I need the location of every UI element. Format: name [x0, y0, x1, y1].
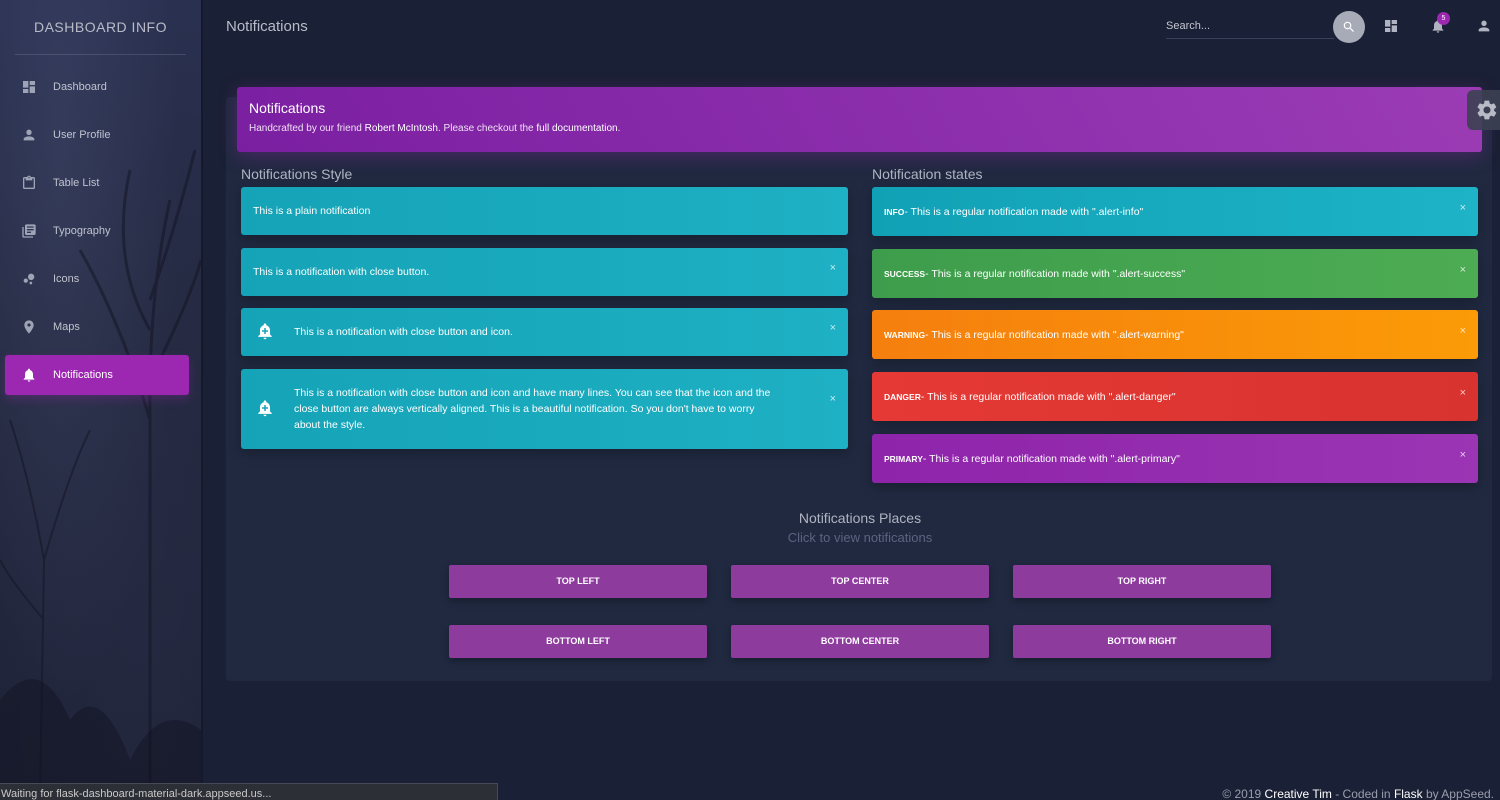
close-button[interactable]: ×	[1460, 449, 1466, 461]
notification-text: - This is a regular notification made wi…	[920, 390, 1176, 403]
subtitle-text: Handcrafted by our friend	[249, 123, 365, 134]
gear-icon	[1477, 100, 1497, 120]
places-subtitle: Click to view notifications	[787, 530, 933, 545]
page-title: Notifications	[226, 18, 308, 35]
add-alert-icon	[256, 399, 274, 422]
sidebar-item-table-list[interactable]: Table List	[5, 163, 189, 203]
multiline-notification: This is a notification with close button…	[241, 369, 848, 449]
top-center-button[interactable]: TOP CENTER	[731, 565, 989, 598]
sidebar-item-label: User Profile	[53, 129, 111, 141]
success-notification: SUCCESS - This is a regular notification…	[872, 249, 1478, 298]
state-tag: DANGER	[884, 391, 921, 402]
brand-logo[interactable]: DASHBOARD INFO	[15, 0, 186, 55]
browser-status-bar: Waiting for flask-dashboard-material-dar…	[0, 783, 498, 800]
search-icon	[1343, 21, 1354, 32]
close-button[interactable]: ×	[830, 262, 836, 274]
sidebar-item-label: Maps	[53, 321, 80, 333]
notification-text: This is a notification with close button…	[294, 387, 771, 431]
close-button[interactable]: ×	[830, 322, 836, 334]
dashboard-icon	[21, 79, 37, 95]
sidebar-item-dashboard[interactable]: Dashboard	[5, 67, 189, 107]
clipboard-icon	[21, 175, 37, 191]
close-button[interactable]: ×	[1460, 387, 1466, 399]
sidebar-item-user-profile[interactable]: User Profile	[5, 115, 189, 155]
footer-text: - Coded in	[1331, 787, 1394, 800]
sidebar-item-label: Icons	[53, 273, 80, 285]
sidebar: DASHBOARD INFO Dashboard User Profile Ta…	[0, 0, 201, 800]
sidebar-nav: Dashboard User Profile Table List Typogr…	[0, 67, 201, 395]
user-account-icon[interactable]	[1476, 18, 1492, 34]
notification-text: - This is a regular notification made wi…	[925, 267, 1186, 280]
close-button-notification: This is a notification with close button…	[241, 248, 848, 296]
bottom-center-button[interactable]: BOTTOM CENTER	[731, 625, 989, 658]
footer-text: by AppSeed.	[1422, 787, 1494, 800]
bubble-chart-icon	[21, 271, 37, 287]
top-right-button[interactable]: TOP RIGHT	[1013, 565, 1271, 598]
person-icon	[21, 127, 37, 143]
settings-toggle[interactable]	[1467, 90, 1500, 130]
places-title: Notifications Places	[798, 510, 922, 526]
notification-states-title: Notification states	[872, 166, 983, 182]
sidebar-item-typography[interactable]: Typography	[5, 211, 189, 251]
close-button[interactable]: ×	[830, 391, 836, 407]
card-header: Notifications Handcrafted by our friend …	[237, 87, 1482, 152]
notification-text: This is a plain notification	[253, 205, 371, 217]
dashboard-icon[interactable]	[1383, 18, 1399, 34]
notification-text: - This is a regular notification made wi…	[922, 452, 1180, 465]
footer-copyright: © 2019 Creative Tim - Coded in Flask by …	[1222, 787, 1494, 800]
state-tag: INFO	[884, 206, 905, 217]
plain-notification: This is a plain notification	[241, 187, 848, 235]
close-button[interactable]: ×	[1460, 202, 1466, 214]
sidebar-item-notifications[interactable]: Notifications	[5, 355, 189, 395]
warning-notification: WARNING - This is a regular notification…	[872, 310, 1478, 359]
sidebar-item-maps[interactable]: Maps	[5, 307, 189, 347]
card-title: Notifications	[249, 100, 326, 116]
notification-text: This is a notification with close button…	[294, 326, 513, 338]
location-pin-icon	[21, 319, 37, 335]
subtitle-text: .	[617, 123, 621, 134]
sidebar-item-label: Typography	[53, 225, 111, 237]
close-button[interactable]: ×	[1460, 325, 1466, 337]
bottom-left-button[interactable]: BOTTOM LEFT	[449, 625, 707, 658]
notification-text: This is a notification with close button…	[253, 266, 430, 278]
sidebar-divider	[201, 0, 203, 800]
footer-text: © 2019	[1222, 787, 1265, 800]
subtitle-text: . Please checkout the	[438, 123, 537, 134]
documentation-link[interactable]: full documentation	[536, 123, 617, 134]
icon-notification: This is a notification with close button…	[241, 308, 848, 356]
notification-text: - This is a regular notification made wi…	[925, 328, 1184, 341]
state-tag: PRIMARY	[884, 453, 923, 464]
danger-notification: DANGER - This is a regular notification …	[872, 372, 1478, 421]
notification-count-badge: 5	[1437, 12, 1450, 25]
notification-text: - This is a regular notification made wi…	[904, 205, 1144, 218]
sidebar-item-label: Table List	[53, 177, 100, 189]
info-notification: INFO - This is a regular notification ma…	[872, 187, 1478, 236]
state-tag: WARNING	[884, 329, 926, 340]
card-subtitle: Handcrafted by our friend Robert McIntos…	[249, 123, 1470, 134]
close-button[interactable]: ×	[1460, 264, 1466, 276]
search-button[interactable]	[1333, 11, 1365, 43]
bell-icon	[21, 367, 37, 383]
sidebar-item-label: Dashboard	[53, 81, 107, 93]
creative-tim-link[interactable]: Creative Tim	[1265, 787, 1332, 800]
author-link[interactable]: Robert McIntosh	[365, 123, 438, 134]
notifications-style-title: Notifications Style	[241, 166, 353, 182]
search-input[interactable]	[1166, 14, 1334, 39]
bottom-right-button[interactable]: BOTTOM RIGHT	[1013, 625, 1271, 658]
state-tag: SUCCESS	[884, 268, 926, 279]
sidebar-item-label: Notifications	[53, 369, 113, 381]
primary-notification: PRIMARY - This is a regular notification…	[872, 434, 1478, 483]
library-books-icon	[21, 223, 37, 239]
sidebar-item-icons[interactable]: Icons	[5, 259, 189, 299]
add-alert-icon	[256, 322, 274, 343]
top-left-button[interactable]: TOP LEFT	[449, 565, 707, 598]
flask-link[interactable]: Flask	[1394, 787, 1423, 800]
